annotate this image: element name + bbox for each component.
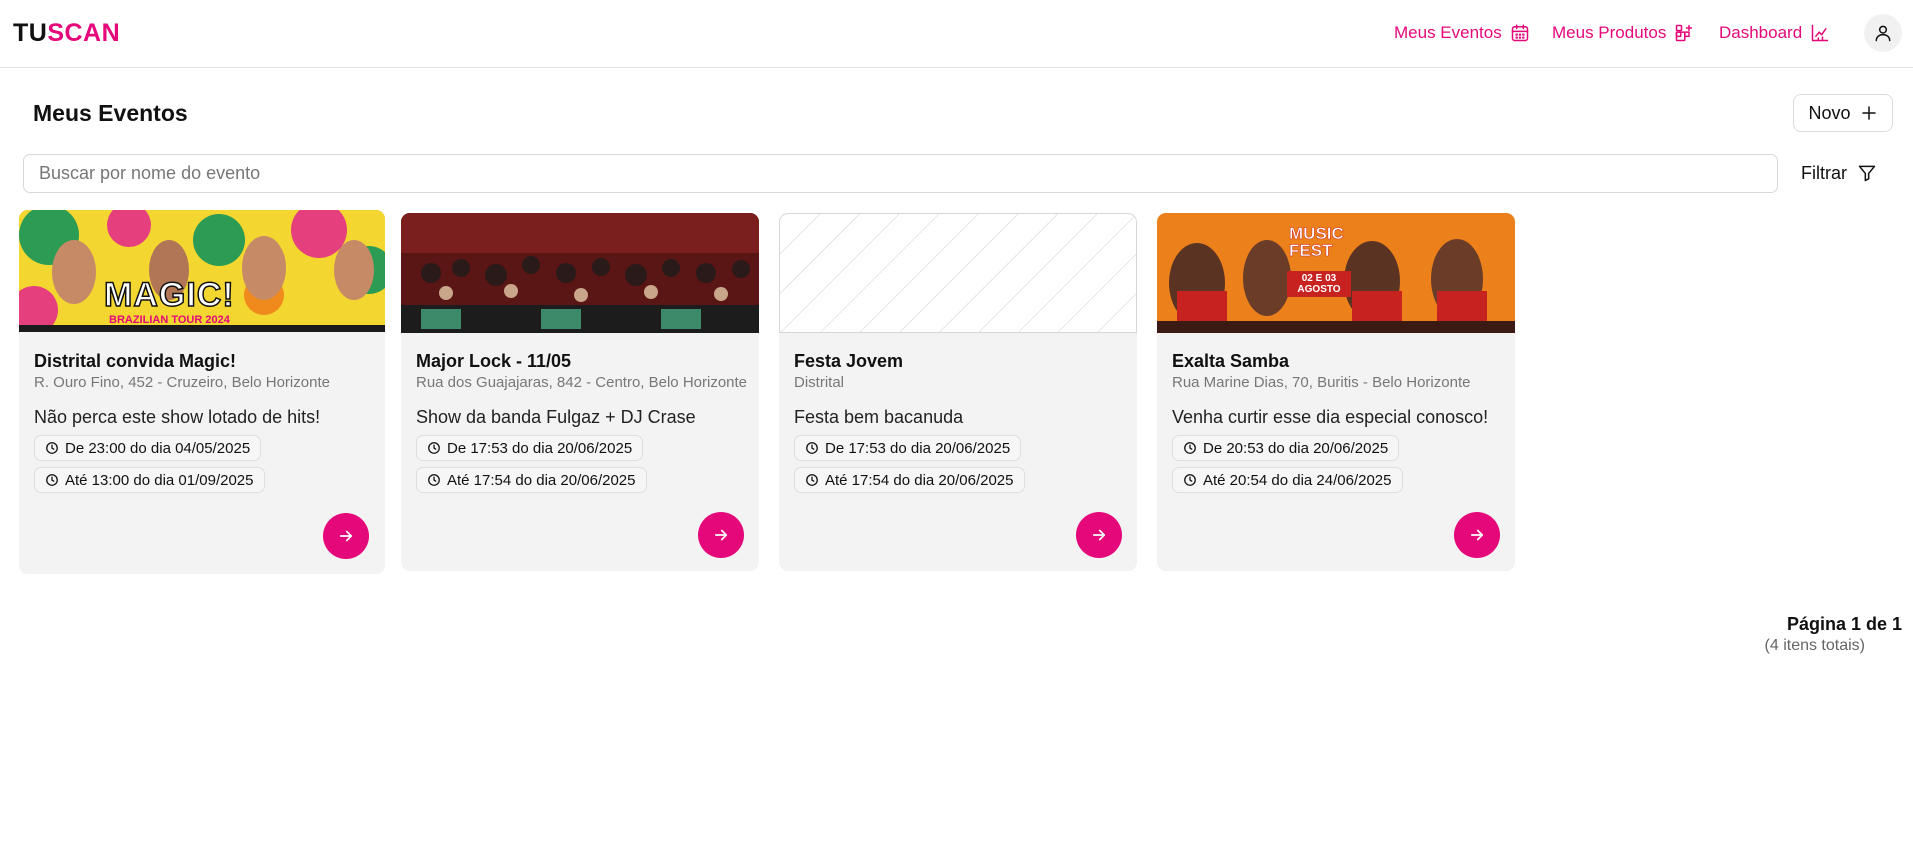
calendar-icon xyxy=(1511,24,1528,42)
event-card[interactable]: Major Lock - 11/05 Rua dos Guajajaras, 8… xyxy=(401,213,759,571)
clock-icon xyxy=(428,474,440,486)
event-location: R. Ouro Fino, 452 - Cruzeiro, Belo Horiz… xyxy=(34,374,330,391)
event-card[interactable]: Festa Jovem Distrital Festa bem bacanuda… xyxy=(779,213,1137,571)
event-start-chip: De 20:53 do dia 20/06/2025 xyxy=(1172,435,1400,461)
event-banner-title: MUSIC FEST xyxy=(1289,224,1344,260)
plus-icon xyxy=(1861,106,1876,120)
event-description: Show da banda Fulgaz + DJ Crase xyxy=(416,407,696,427)
event-title: Exalta Samba xyxy=(1172,351,1290,371)
nav-dashboard[interactable]: Dashboard xyxy=(1719,20,1830,46)
event-end-label: Até 13:00 do dia 01/09/2025 xyxy=(65,471,254,489)
event-location: Rua dos Guajajaras, 842 - Centro, Belo H… xyxy=(416,374,747,391)
top-navbar: TUSCAN Meus Eventos Meus Produtos Dashbo… xyxy=(0,0,1913,68)
event-end-chip: Até 20:54 do dia 24/06/2025 xyxy=(1172,467,1403,493)
event-banner-title: MAGIC! xyxy=(103,275,235,315)
pagination-total: (4 itens totais) xyxy=(1764,637,1865,654)
event-end-label: Até 17:54 do dia 20/06/2025 xyxy=(825,471,1014,489)
event-card-body: Distrital convida Magic! R. Ouro Fino, 4… xyxy=(34,350,373,493)
clock-icon xyxy=(428,442,440,454)
nav-dashboard-label: Dashboard xyxy=(1719,23,1803,42)
new-event-label: Novo xyxy=(1808,102,1851,123)
clock-icon xyxy=(46,442,58,454)
event-start-label: De 17:53 do dia 20/06/2025 xyxy=(447,439,633,457)
clock-icon xyxy=(806,442,818,454)
event-card-body: Exalta Samba Rua Marine Dias, 70, Buriti… xyxy=(1172,350,1503,493)
page-title: Meus Eventos xyxy=(33,100,188,126)
event-start-chip: De 17:53 do dia 20/06/2025 xyxy=(794,435,1022,461)
arrow-right-icon xyxy=(714,529,728,541)
filter-icon xyxy=(1858,165,1876,182)
tuscan-logo[interactable]: TUSCAN xyxy=(13,18,120,48)
event-end-chip: Até 17:54 do dia 20/06/2025 xyxy=(794,467,1025,493)
event-banner-subtitle: 02 E 03 AGOSTO xyxy=(1287,271,1351,297)
event-description: Não perca este show lotado de hits! xyxy=(34,407,321,427)
event-description: Festa bem bacanuda xyxy=(794,407,964,427)
arrow-right-icon xyxy=(1092,529,1106,541)
arrow-right-icon xyxy=(1470,529,1484,541)
pagination-label: Página 1 de 1 xyxy=(1786,614,1902,634)
event-banner-image: MAGIC! BRAZILIAN TOUR 2024 xyxy=(19,210,385,332)
event-start-label: De 23:00 do dia 04/05/2025 xyxy=(65,439,251,457)
event-banner-subtitle: BRAZILIAN TOUR 2024 xyxy=(109,314,230,326)
event-end-label: Até 17:54 do dia 20/06/2025 xyxy=(447,471,636,489)
user-icon xyxy=(1875,25,1891,42)
arrow-right-icon xyxy=(339,530,353,542)
event-banner-image: MUSIC FEST 02 E 03 AGOSTO xyxy=(1157,213,1515,333)
clock-icon xyxy=(806,474,818,486)
event-start-label: De 20:53 do dia 20/06/2025 xyxy=(1203,439,1389,457)
nav-meus-eventos[interactable]: Meus Eventos xyxy=(1394,20,1530,46)
event-banner-placeholder xyxy=(779,213,1137,333)
event-title: Festa Jovem xyxy=(794,351,904,371)
chart-icon xyxy=(1811,24,1829,42)
new-event-button[interactable]: Novo xyxy=(1793,94,1893,132)
logo-text-scan: SCAN xyxy=(47,19,121,47)
event-end-chip: Até 17:54 do dia 20/06/2025 xyxy=(416,467,647,493)
event-card[interactable]: MUSIC FEST 02 E 03 AGOSTO Exalta Samba R… xyxy=(1157,213,1515,571)
event-card-body: Major Lock - 11/05 Rua dos Guajajaras, 8… xyxy=(416,350,747,493)
open-event-button[interactable] xyxy=(1076,512,1122,558)
clock-icon xyxy=(1184,442,1196,454)
event-description: Venha curtir esse dia especial conosco! xyxy=(1172,407,1489,427)
nav-meus-produtos[interactable]: Meus Produtos xyxy=(1552,20,1694,46)
event-location: Rua Marine Dias, 70, Buritis - Belo Hori… xyxy=(1172,374,1471,391)
open-event-button[interactable] xyxy=(1454,512,1500,558)
event-title: Distrital convida Magic! xyxy=(34,351,237,371)
event-start-chip: De 17:53 do dia 20/06/2025 xyxy=(416,435,644,461)
event-start-label: De 17:53 do dia 20/06/2025 xyxy=(825,439,1011,457)
event-card-body: Festa Jovem Distrital Festa bem bacanuda… xyxy=(794,350,1125,493)
event-title: Major Lock - 11/05 xyxy=(416,351,572,371)
event-start-chip: De 23:00 do dia 04/05/2025 xyxy=(34,435,262,461)
event-location: Distrital xyxy=(794,374,845,391)
clock-icon xyxy=(46,474,58,486)
event-banner-image xyxy=(401,213,759,333)
event-card[interactable]: MAGIC! BRAZILIAN TOUR 2024 Distrital con… xyxy=(19,210,385,574)
filter-button[interactable]: Filtrar xyxy=(1801,160,1877,186)
clock-icon xyxy=(1184,474,1196,486)
open-event-button[interactable] xyxy=(698,512,744,558)
nav-meus-eventos-label: Meus Eventos xyxy=(1394,23,1502,42)
event-end-label: Até 20:54 do dia 24/06/2025 xyxy=(1203,471,1392,489)
open-event-button[interactable] xyxy=(323,513,369,559)
grid-plus-icon xyxy=(1676,24,1693,42)
nav-meus-produtos-label: Meus Produtos xyxy=(1552,23,1667,42)
profile-button[interactable] xyxy=(1864,14,1902,52)
event-end-chip: Até 13:00 do dia 01/09/2025 xyxy=(34,467,265,493)
filter-label: Filtrar xyxy=(1801,163,1847,183)
search-input[interactable] xyxy=(23,154,1778,193)
logo-text-tu: TU xyxy=(13,19,48,47)
